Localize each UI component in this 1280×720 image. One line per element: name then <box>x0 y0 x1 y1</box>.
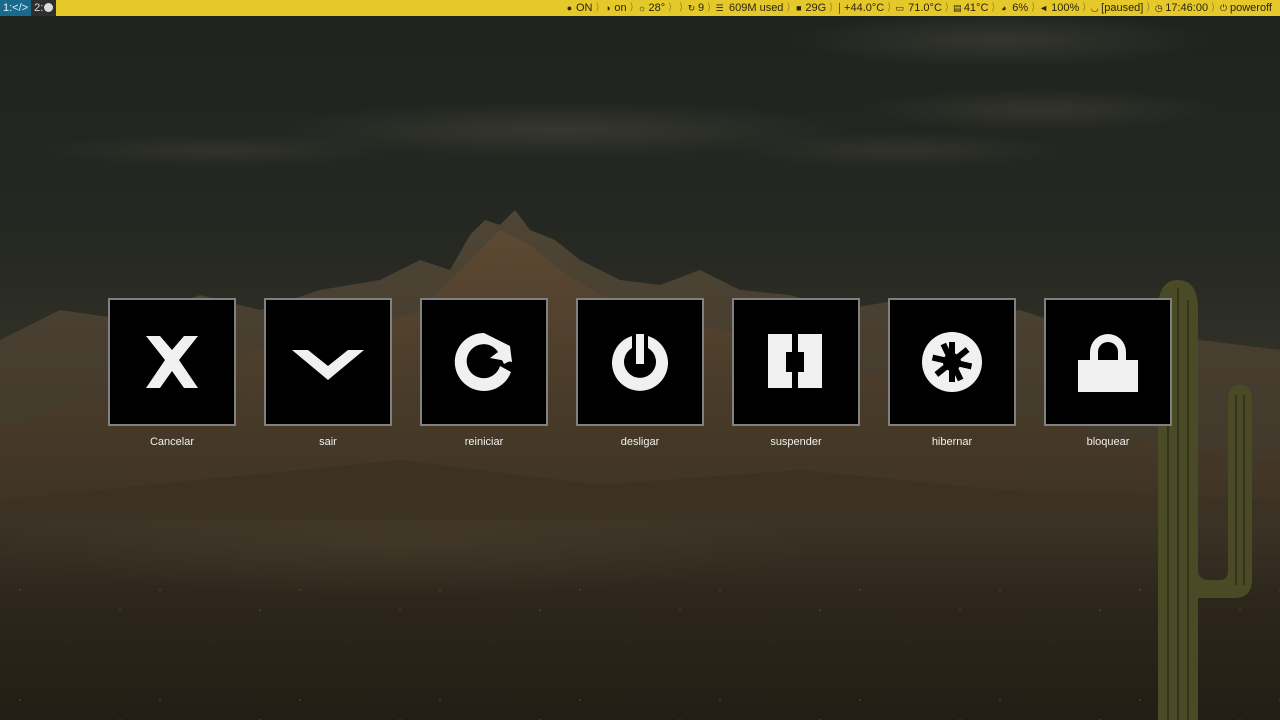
clock-icon: ◷ <box>1154 3 1163 13</box>
suspend-label: suspender <box>770 436 822 448</box>
disk-icon: ■ <box>796 3 802 13</box>
vpn-status[interactable]: ● ON <box>565 0 593 16</box>
cancel-label: Cancelar <box>149 436 195 448</box>
action-logout: sair <box>264 298 392 449</box>
separator: ⟩ <box>991 2 996 13</box>
music-status[interactable]: ◡ [paused] <box>1090 0 1144 16</box>
hibernate-icon <box>922 332 982 392</box>
shutdown-icon <box>612 334 668 391</box>
workspace-1[interactable]: 1:</> <box>0 0 32 16</box>
status-blocks: ● ON ⟩ ◑ on ⟩ ☼ 28° ⟩ ⟩ ↻ 9 ⟩ ☰ 609M used ⟩ ■ 29G ⟩ │… <box>565 0 1272 16</box>
monitor-icon: ▭ <box>895 3 904 13</box>
headphones-icon: ◡ <box>1090 3 1099 13</box>
shield-icon: ◑ <box>605 3 611 13</box>
action-lock: bloquear <box>1044 298 1172 449</box>
memory-status[interactable]: ☰ 609M used <box>715 0 783 16</box>
logout-label: sair <box>319 436 337 448</box>
action-cancel: Cancelar <box>108 298 236 449</box>
gauge-icon: ◕ <box>1001 3 1007 13</box>
workspace-2[interactable]: 2: <box>31 0 57 16</box>
separator: ⟩ <box>1031 2 1036 13</box>
cpu-temp-status[interactable]: │ +44.0°C <box>837 0 884 16</box>
separator: ⟩ <box>679 2 683 13</box>
action-shutdown: desligar <box>576 298 704 449</box>
separator: ⟩ <box>887 2 892 13</box>
disk-temp-status[interactable]: ▤ 41°C <box>953 0 988 16</box>
shutdown-label: desligar <box>620 436 660 448</box>
separator: ⟩ <box>829 2 834 13</box>
logout-icon <box>292 350 364 380</box>
firewall-status[interactable]: ◑ on <box>603 0 626 16</box>
shutdown-button[interactable] <box>576 298 704 426</box>
suspend-icon <box>768 334 822 388</box>
restart-button[interactable] <box>420 298 548 426</box>
memory-icon: ☰ <box>715 3 724 13</box>
restart-icon <box>454 332 512 391</box>
globe-icon: ● <box>566 3 573 13</box>
sun-icon: ☼ <box>637 3 647 13</box>
separator: ⟩ <box>629 2 634 13</box>
hibernate-button[interactable] <box>888 298 1016 426</box>
desert-pebbles <box>0 560 1280 720</box>
workspace-switcher: 1:</> 2: <box>0 0 57 16</box>
separator: ⟩ <box>1082 2 1087 13</box>
separator: ⟩ <box>786 2 791 13</box>
volume-status[interactable]: ◄ 100% <box>1039 0 1079 16</box>
cancel-icon <box>146 336 198 388</box>
separator: ⟩ <box>1211 2 1215 13</box>
hdd-icon: ▤ <box>953 3 962 13</box>
suspend-button[interactable] <box>732 298 860 426</box>
logout-dialog: Cancelar sair reiniciar desligar suspend… <box>108 298 1172 448</box>
separator: ⟩ <box>668 2 673 13</box>
logout-button[interactable] <box>264 298 392 426</box>
action-hibernate: hibernar <box>888 298 1016 449</box>
power-status[interactable]: ⏻ poweroff <box>1219 0 1272 16</box>
lock-button[interactable] <box>1044 298 1172 426</box>
thermometer-icon: │ <box>837 3 843 13</box>
speaker-icon: ◄ <box>1039 3 1049 13</box>
separator: ⟩ <box>595 2 600 13</box>
power-icon: ⏻ <box>1219 3 1228 13</box>
gpu-temp-status[interactable]: ▭ 71.0°C <box>895 0 942 16</box>
refresh-icon: ↻ <box>687 3 696 13</box>
hibernate-label: hibernar <box>931 436 973 448</box>
action-restart: reiniciar <box>420 298 548 449</box>
disk-status[interactable]: ■ 29G <box>794 0 826 16</box>
firefox-icon <box>44 3 54 12</box>
cpu-load-status[interactable]: ◕ 6% <box>999 0 1028 16</box>
status-bar: 1:</> 2: ● ON ⟩ ◑ on ⟩ ☼ 28° ⟩ ⟩ ↻ 9 ⟩ ☰ 609M used… <box>0 0 1280 16</box>
separator: ⟩ <box>1146 2 1151 13</box>
updates-status[interactable]: ↻ 9 <box>687 0 704 16</box>
lock-label: bloquear <box>1086 436 1130 448</box>
action-suspend: suspender <box>732 298 860 449</box>
lock-icon <box>1078 334 1138 392</box>
weather-status[interactable]: ☼ 28° <box>637 0 665 16</box>
separator: ⟩ <box>944 2 949 13</box>
restart-label: reiniciar <box>464 436 504 448</box>
cancel-button[interactable] <box>108 298 236 426</box>
clock-status[interactable]: ◷ 17:46:00 <box>1154 0 1208 16</box>
separator: ⟩ <box>707 2 711 13</box>
